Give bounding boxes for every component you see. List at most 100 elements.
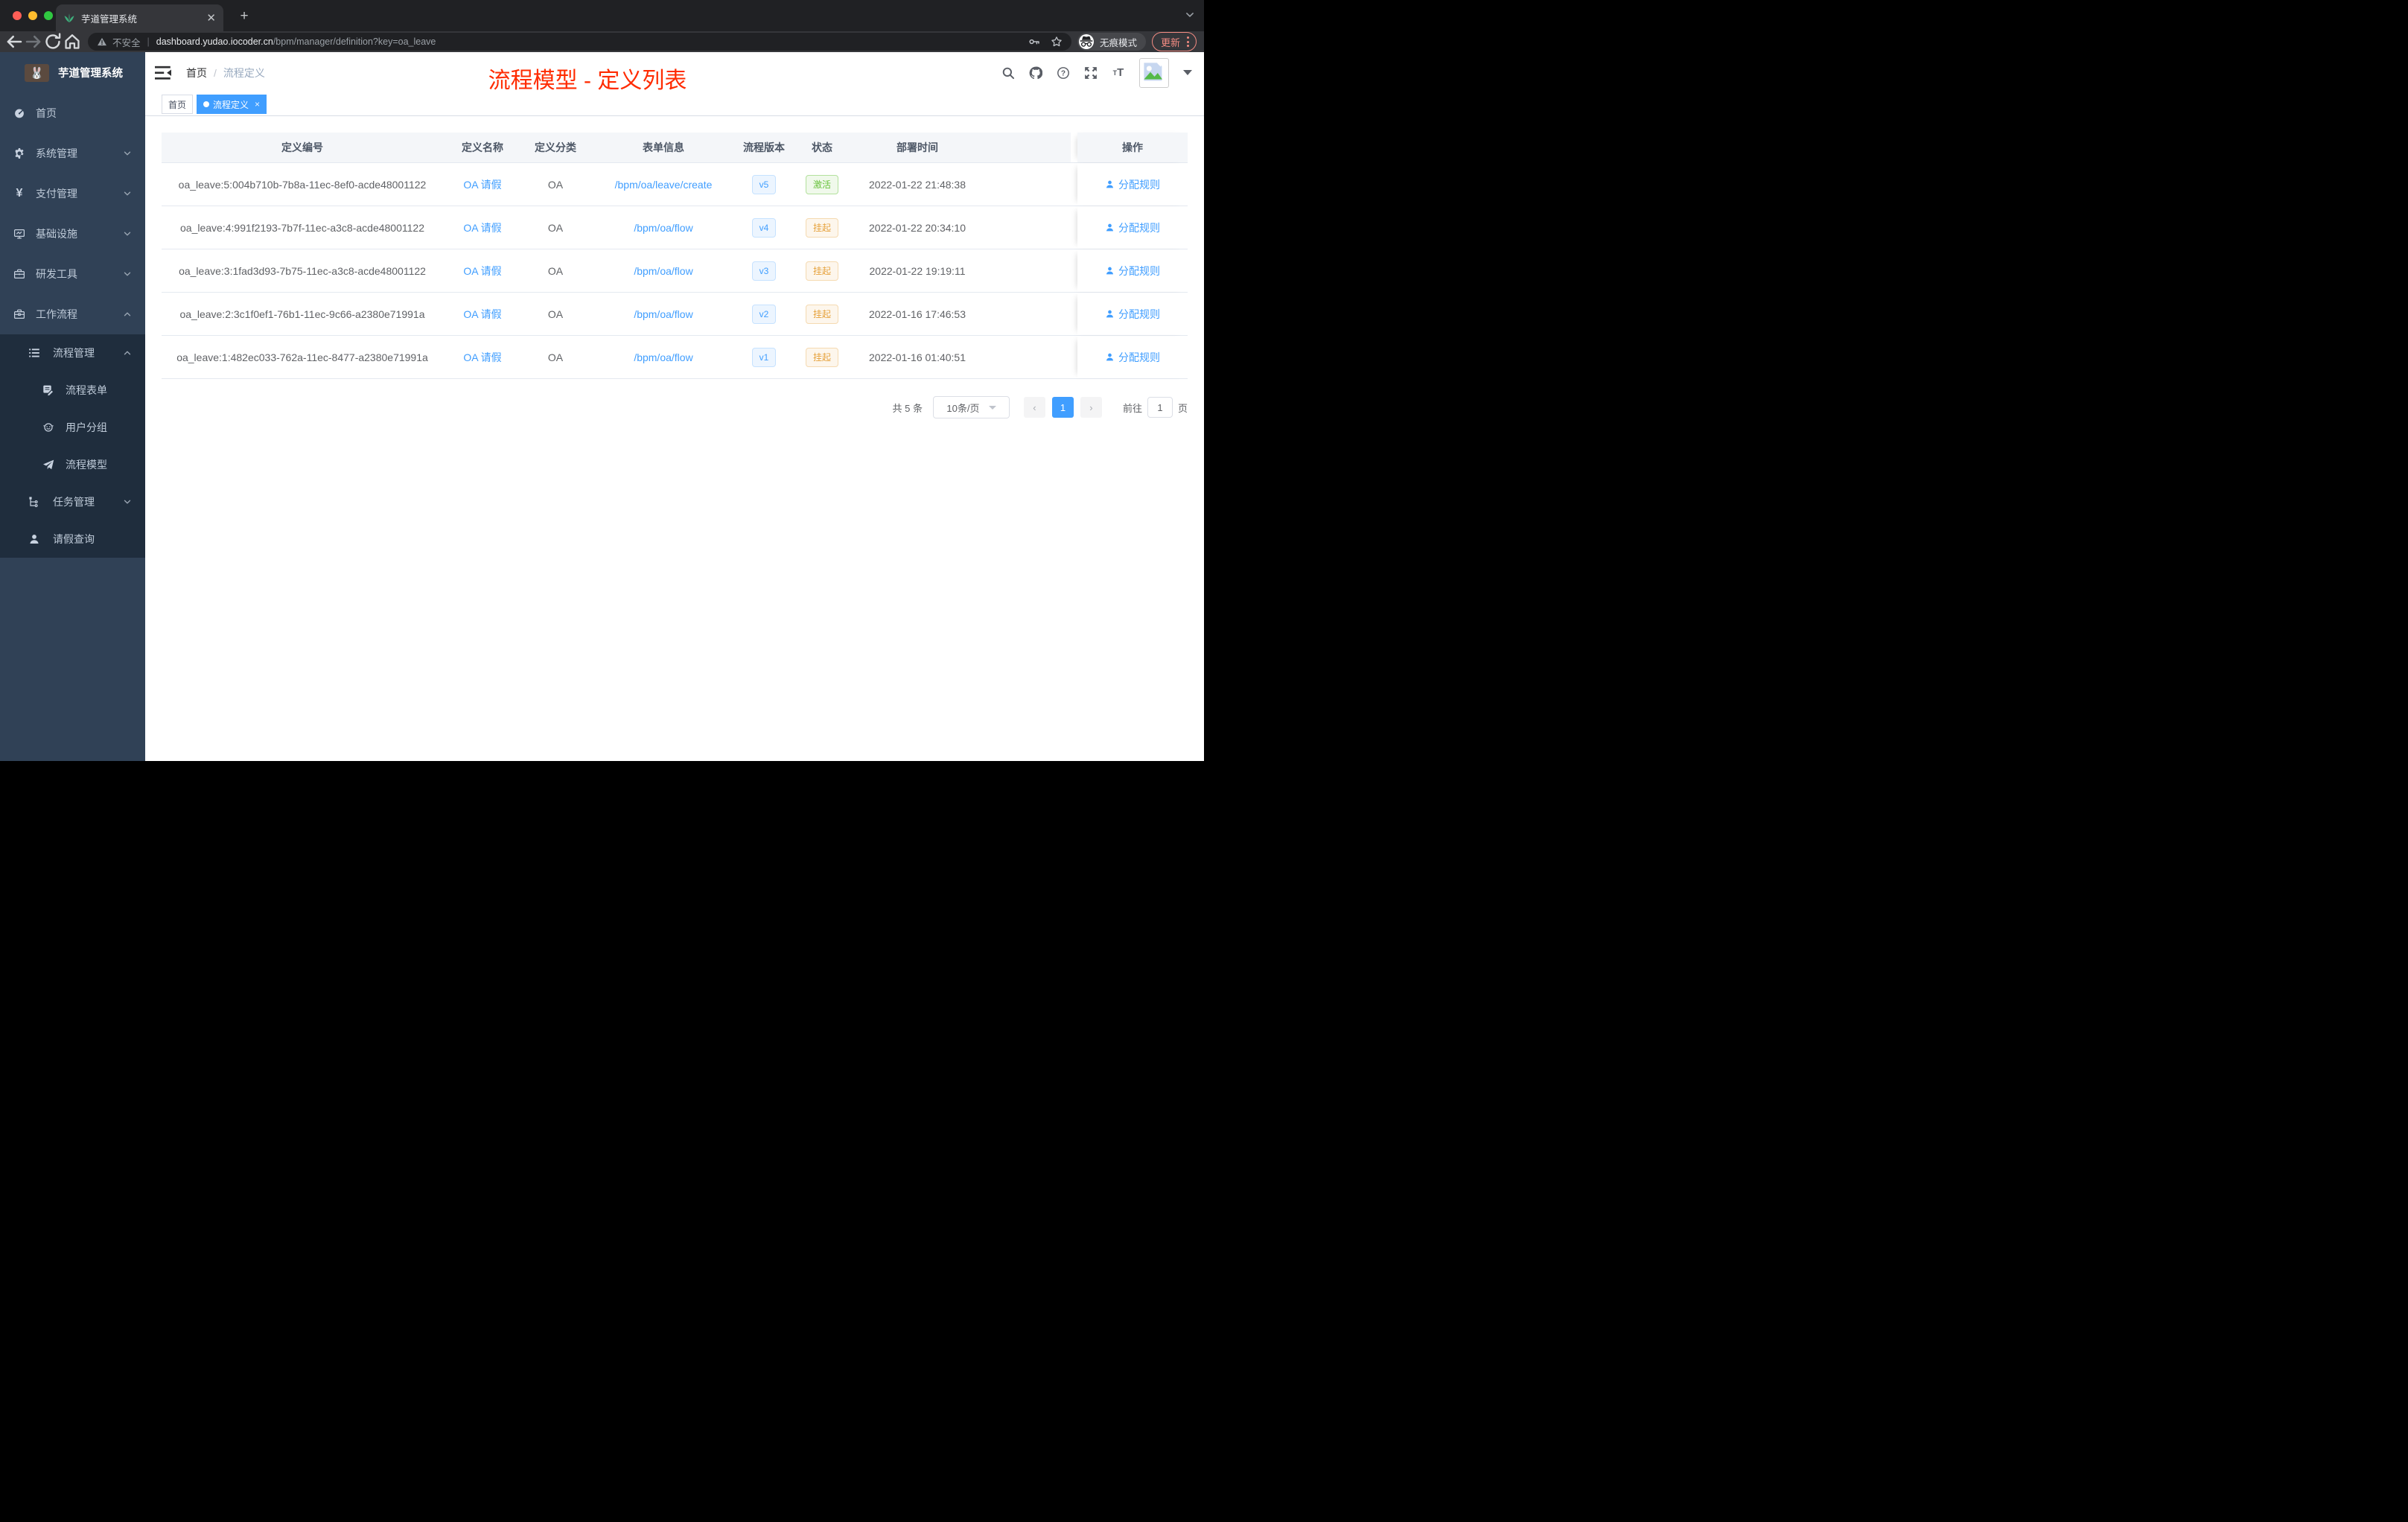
form-info-link[interactable]: /bpm/oa/flow [634, 351, 692, 363]
pagination-total: 共 5 条 [892, 402, 923, 414]
chevron-up-icon [123, 310, 132, 319]
password-key-icon[interactable] [1028, 36, 1040, 48]
cell-category: OA [547, 308, 564, 320]
update-label[interactable]: 更新 [1161, 35, 1180, 49]
table-row: oa_leave:5:004b710b-7b8a-11ec-8ef0-acde4… [162, 163, 1188, 206]
tags-view-tab-流程定义[interactable]: 流程定义 × [197, 95, 267, 114]
breadcrumb-home[interactable]: 首页 [186, 66, 207, 80]
tab-search-chevron-icon[interactable] [1185, 10, 1195, 20]
cell-filler [981, 293, 1071, 335]
dashboard-icon [13, 107, 25, 119]
browser-tab[interactable]: 芋道管理系统 ✕ [56, 4, 223, 31]
assign-rule-link[interactable]: 分配规则 [1105, 307, 1160, 322]
not-secure-warning-icon[interactable] [97, 36, 107, 47]
prev-page-button[interactable]: ‹ [1023, 397, 1045, 418]
sidebar-item-请假查询[interactable]: 请假查询 [0, 520, 145, 558]
user-menu-caret-icon[interactable] [1183, 70, 1192, 75]
address-bar[interactable]: 不安全 | dashboard.yudao.iocoder.cn/bpm/man… [88, 33, 1071, 51]
sidebar-item-任务管理[interactable]: 任务管理 [0, 483, 145, 520]
page-unit-label: 页 [1177, 402, 1188, 414]
browser-tab-title: 芋道管理系统 [81, 13, 138, 25]
briefcase-icon [13, 308, 25, 320]
window-zoom-button[interactable] [44, 11, 53, 20]
help-icon[interactable]: ? [1057, 66, 1070, 80]
column-header-filler [981, 133, 1071, 162]
definition-name-link[interactable]: OA 请假 [463, 220, 501, 235]
sidebar-item-工作流程[interactable]: 工作流程 [0, 294, 145, 334]
sidebar-collapse-icon[interactable] [155, 66, 171, 80]
definition-name-link[interactable]: OA 请假 [463, 350, 501, 365]
page-size-value: 10条/页 [946, 402, 980, 414]
column-header-操作: 操作 [1077, 133, 1188, 162]
search-icon[interactable] [1001, 66, 1015, 80]
definition-name-link[interactable]: OA 请假 [463, 177, 501, 192]
assign-rule-link[interactable]: 分配规则 [1105, 177, 1160, 192]
form-info-link[interactable]: /bpm/oa/flow [634, 308, 692, 320]
sidebar-item-流程管理[interactable]: 流程管理 [0, 334, 145, 372]
browser-tab-strip: 芋道管理系统 ✕ + [0, 0, 1204, 31]
tags-view-tab-首页[interactable]: 首页 [162, 95, 194, 114]
person-icon [1105, 179, 1115, 189]
incognito-badge: 无痕模式 [1077, 33, 1146, 51]
column-header-流程版本: 流程版本 [743, 141, 785, 153]
incognito-icon [1078, 34, 1094, 49]
sidebar-item-基础设施[interactable]: 基础设施 [0, 214, 145, 254]
table-gutter [1071, 249, 1077, 292]
sidebar-menu: 首页 系统管理 ¥ 支付管理 基础设施 研发工具 工作流程 流程管理 流程表单 … [0, 93, 145, 558]
browser-update-button[interactable]: 更新 [1151, 32, 1197, 51]
browser-menu-kebab-icon[interactable] [1187, 36, 1189, 47]
reload-icon[interactable] [43, 32, 63, 51]
forward-icon[interactable] [24, 32, 43, 51]
sidebar-item-首页[interactable]: 首页 [0, 93, 145, 133]
user-avatar-broken-image[interactable] [1139, 57, 1169, 88]
table-row: oa_leave:2:3c1f0ef1-76b1-11ec-9c66-a2380… [162, 293, 1188, 336]
app-title: 芋道管理系统 [58, 68, 123, 80]
back-icon[interactable] [4, 32, 24, 51]
github-icon[interactable] [1029, 66, 1042, 80]
sidebar-item-支付管理[interactable]: ¥ 支付管理 [0, 173, 145, 214]
home-icon[interactable] [63, 32, 82, 51]
column-header-状态: 状态 [812, 141, 832, 153]
window-controls [13, 11, 53, 20]
definition-name-link[interactable]: OA 请假 [463, 264, 501, 278]
sidebar-logo-row: 🐰 芋道管理系统 [0, 52, 145, 93]
sidebar-item-流程模型[interactable]: 流程模型 [0, 446, 145, 483]
window-close-button[interactable] [13, 11, 22, 20]
window-minimize-button[interactable] [28, 11, 37, 20]
current-page-button[interactable]: 1 [1051, 397, 1074, 418]
form-info-link[interactable]: /bpm/oa/leave/create [615, 179, 713, 191]
font-size-icon[interactable]: TT [1112, 66, 1125, 80]
cell-category: OA [547, 178, 564, 191]
tab-close-icon[interactable]: × [255, 99, 260, 109]
page-size-select[interactable]: 10条/页 [932, 396, 1010, 418]
assign-rule-link[interactable]: 分配规则 [1105, 264, 1160, 278]
table-row: oa_leave:3:1fad3d93-7b75-11ec-a3c8-acde4… [162, 249, 1188, 293]
table-body: oa_leave:5:004b710b-7b8a-11ec-8ef0-acde4… [162, 163, 1188, 379]
chevron-down-icon [123, 270, 132, 278]
definition-name-link[interactable]: OA 请假 [463, 307, 501, 322]
fullscreen-icon[interactable] [1084, 66, 1098, 80]
security-label[interactable]: 不安全 [112, 35, 141, 49]
new-tab-button[interactable]: + [236, 8, 252, 25]
cell-category: OA [547, 264, 564, 277]
navbar-actions: ? TT [1001, 57, 1192, 88]
goto-page-input[interactable] [1147, 397, 1173, 418]
column-header-部署时间: 部署时间 [896, 141, 938, 153]
assign-rule-link[interactable]: 分配规则 [1105, 350, 1160, 365]
sidebar-item-研发工具[interactable]: 研发工具 [0, 254, 145, 294]
sidebar-item-用户分组[interactable]: 用户分组 [0, 409, 145, 446]
form-info-link[interactable]: /bpm/oa/flow [634, 265, 692, 277]
person-icon [1105, 352, 1115, 362]
cell-category: OA [547, 221, 564, 234]
tab-close-icon[interactable]: ✕ [206, 13, 216, 24]
person-icon [1105, 266, 1115, 276]
column-header-定义编号: 定义编号 [281, 141, 323, 153]
bookmark-star-icon[interactable] [1051, 36, 1063, 48]
sidebar-item-系统管理[interactable]: 系统管理 [0, 133, 145, 173]
next-page-button[interactable]: › [1080, 397, 1102, 418]
status-badge: 激活 [805, 174, 838, 194]
sidebar-item-流程表单[interactable]: 流程表单 [0, 372, 145, 409]
assign-rule-link[interactable]: 分配规则 [1105, 220, 1160, 235]
form-info-link[interactable]: /bpm/oa/flow [634, 222, 692, 234]
tags-view-bar: 首页 流程定义 × [145, 93, 1204, 116]
